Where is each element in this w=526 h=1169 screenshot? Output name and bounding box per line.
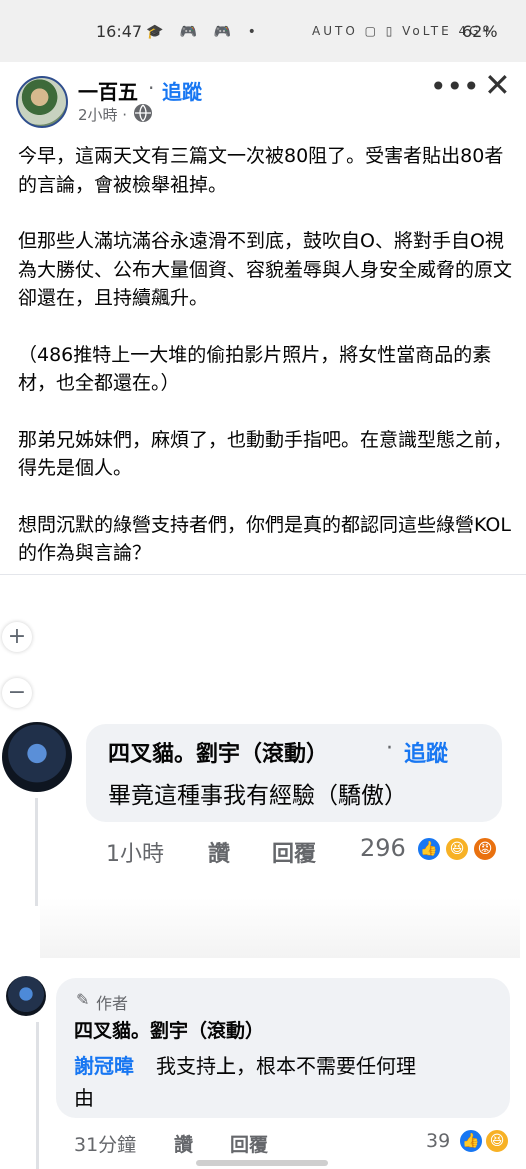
pencil-icon: ✎ — [76, 990, 90, 1009]
author-avatar[interactable] — [16, 76, 68, 128]
reaction-count[interactable]: 296 — [360, 834, 406, 862]
commenter-name[interactable]: 四叉貓。劉宇（滾動） — [108, 736, 328, 768]
like-reaction-icon: 👍 — [416, 836, 442, 862]
haha-reaction-icon: 😆 — [484, 1128, 510, 1154]
follow-button[interactable]: 追蹤 — [162, 76, 202, 105]
battery-level: 62% — [462, 22, 498, 41]
author-badge: 作者 — [96, 994, 129, 1013]
follow-separator: · — [148, 76, 155, 100]
haha-reaction-icon: 😆 — [444, 836, 470, 862]
mentioned-user[interactable]: 謝冠暐 — [74, 1050, 134, 1079]
comment-timestamp[interactable]: 31分鐘 — [74, 1130, 136, 1157]
comment-text: 由 — [74, 1086, 94, 1110]
post-paragraph: 想問沉默的綠營支持者們，你們是真的都認同這些綠營KOL的作為與言論？ — [18, 513, 511, 565]
zoom-in-button[interactable]: + — [2, 622, 32, 652]
author-name[interactable]: 一百五 — [78, 76, 138, 105]
commenter-avatar[interactable] — [2, 722, 72, 792]
like-button[interactable]: 讚 — [208, 836, 230, 868]
globe-icon — [134, 104, 152, 122]
like-reaction-icon: 👍 — [458, 1128, 484, 1154]
angry-reaction-icon: 😡 — [472, 836, 498, 862]
post-paragraph: （486推特上一大堆的偷拍影片照片，將女性當商品的素材，也全都還在。） — [18, 343, 492, 395]
status-time: 16:47 — [96, 22, 143, 41]
post-paragraph: 今早，這兩天文有三篇文一次被80阻了。受害者貼出80者的言論，會被檢舉袓掉。 — [18, 145, 504, 196]
post-paragraph: 那弟兄姊妹們，麻煩了，也動動手指吧。在意識型態之前，得先是個人。 — [18, 428, 513, 480]
gesture-bar[interactable] — [196, 1160, 328, 1166]
reply-button[interactable]: 回覆 — [272, 836, 316, 868]
comment-timestamp[interactable]: 1小時 — [106, 836, 164, 868]
close-icon[interactable]: ✕ — [484, 66, 511, 104]
post-divider — [0, 574, 526, 575]
follow-separator: · — [386, 736, 393, 761]
post-timestamp[interactable]: 2小時 · — [78, 104, 127, 125]
comment-text: 畢竟這種事我有經驗（驕傲） — [108, 783, 407, 809]
status-notification-icons: 🎓 🎮 🎮 • — [146, 24, 262, 40]
hidden-replies-strip — [40, 898, 520, 958]
commenter-avatar[interactable] — [6, 976, 46, 1016]
post-paragraph: 但那些人滿坑滿谷永遠滑不到底，鼓吹自O、將對手自O視為大勝仗、公布大量個資、容貌… — [18, 230, 513, 309]
follow-commenter-button[interactable]: 追蹤 — [404, 736, 448, 768]
comment-text: 我支持㆖，根本不需要任何理 — [156, 1054, 416, 1078]
thread-line — [35, 798, 38, 906]
more-icon[interactable]: ••• — [430, 70, 480, 103]
reaction-count[interactable]: 39 — [426, 1130, 450, 1152]
post-body: 今早，這兩天文有三篇文一次被80阻了。受害者貼出80者的言論，會被檢舉袓掉。 但… — [18, 142, 514, 596]
commenter-name[interactable]: 四叉貓。劉宇（滾動） — [74, 1016, 264, 1043]
reply-button[interactable]: 回覆 — [230, 1130, 268, 1157]
status-bar: 16:47 🎓 🎮 🎮 • AUTO ▢ ▯ VoLTE 4G+ 62% — [0, 0, 526, 62]
thread-line — [36, 1022, 39, 1169]
like-button[interactable]: 讚 — [174, 1130, 193, 1157]
zoom-out-button[interactable]: − — [2, 678, 32, 708]
